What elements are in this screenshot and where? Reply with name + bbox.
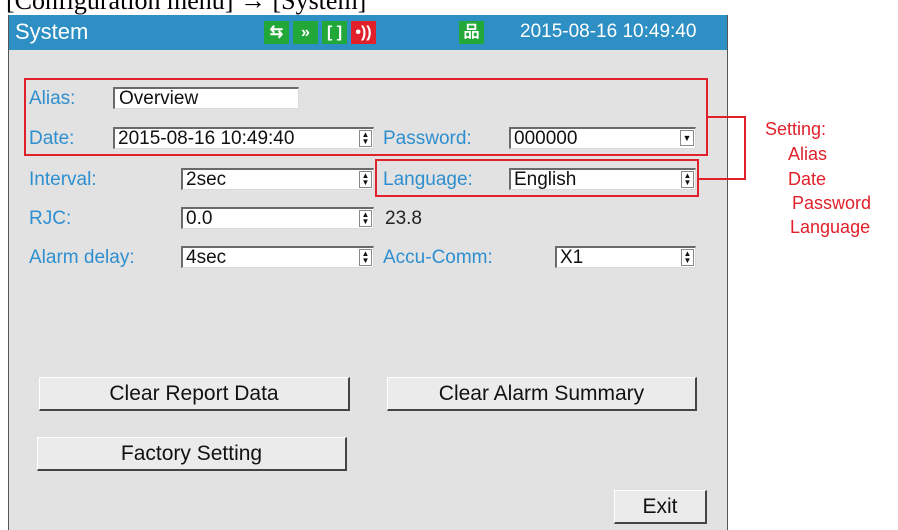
language-value: English [514,169,577,190]
alias-value: Overview [119,88,199,109]
date-value: 2015-08-16 10:49:40 [118,128,295,149]
interval-value: 2sec [186,169,227,190]
language-dropdown[interactable]: English ▲ ▼ [509,168,696,190]
interval-label: Interval: [29,169,97,190]
interval-dropdown[interactable]: 2sec ▲ ▼ [181,168,374,190]
bracket-icon: [ ] [322,21,347,44]
clear-report-data-button[interactable]: Clear Report Data [39,377,350,411]
rjc-reading: 23.8 [385,208,422,229]
spin-arrows-icon[interactable]: ▲ ▼ [359,130,372,147]
usb-icon: ⇆ [264,21,289,44]
alarm-delay-label: Alarm delay: [29,247,135,268]
spin-arrows-icon[interactable]: ▲ ▼ [681,171,694,188]
screen-title: System [15,19,89,44]
rjc-label: RJC: [29,208,72,229]
page-caption: [Configuration menu] → [System] [6,0,367,15]
spin-arrows-icon[interactable]: ▲ ▼ [359,210,372,227]
annotation-item: Date [788,169,827,189]
network-icon: 品 [459,21,484,44]
spin-arrows-icon[interactable]: ▲ ▼ [359,249,372,266]
alias-input[interactable]: Overview [113,87,299,109]
spin-arrows-icon[interactable]: ▲ ▼ [681,249,694,266]
annotation-item: Alias [788,144,828,164]
system-screen: System ⇆ » [ ] •)) 品 2015-08-16 10:49:40… [8,15,728,530]
rjc-value: 0.0 [186,208,213,229]
signal-icon: •)) [351,21,376,44]
factory-setting-button[interactable]: Factory Setting [37,437,347,471]
clear-alarm-summary-button[interactable]: Clear Alarm Summary [387,377,697,411]
language-label: Language: [383,169,473,190]
annotation-item: Language [790,217,871,237]
accu-comm-label: Accu-Comm: [383,247,493,268]
alarm-delay-value: 4sec [186,247,227,268]
title-bar: System ⇆ » [ ] •)) 品 2015-08-16 10:49:40 [9,15,727,50]
alarm-delay-dropdown[interactable]: 4sec ▲ ▼ [181,246,374,268]
spin-arrows-icon[interactable]: ▲ ▼ [359,171,372,188]
clock-display: 2015-08-16 10:49:40 [520,21,697,42]
password-label: Password: [383,128,472,149]
password-dropdown[interactable]: 000000 ▼ [509,127,696,149]
accu-comm-value: X1 [560,247,584,268]
alias-label: Alias: [29,88,76,109]
password-value: 000000 [514,128,578,149]
exit-button[interactable]: Exit [614,490,707,524]
rjc-dropdown[interactable]: 0.0 ▲ ▼ [181,207,374,229]
annotation-heading: Setting: [765,119,827,139]
date-label: Date: [29,128,75,149]
annotation-item: Password [792,193,872,213]
chevron-down-icon[interactable]: ▼ [680,130,694,146]
forward-arrows-icon: » [293,21,318,44]
accu-comm-dropdown[interactable]: X1 ▲ ▼ [555,246,696,268]
date-spinner[interactable]: 2015-08-16 10:49:40 ▲ ▼ [113,127,374,149]
connector-line [744,116,746,180]
